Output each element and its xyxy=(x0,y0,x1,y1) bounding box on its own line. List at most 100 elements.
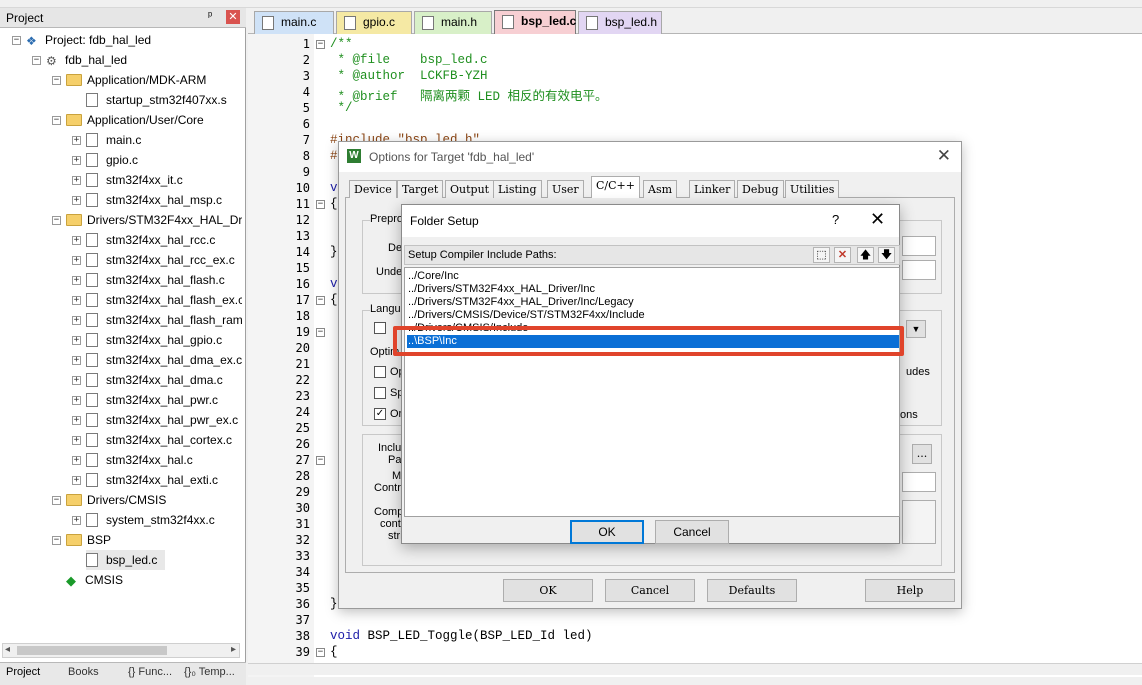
scroll-thumb[interactable] xyxy=(17,646,167,655)
code-line[interactable]: v xyxy=(330,277,338,291)
editor-tab[interactable]: bsp_led.c xyxy=(494,10,576,34)
tree-expander[interactable]: + xyxy=(72,196,81,205)
options-tab[interactable]: Device xyxy=(349,180,397,198)
tree-item[interactable]: startup_stm32f407xx.s xyxy=(86,90,235,110)
options-tab[interactable]: Debug xyxy=(737,180,784,198)
options-tab[interactable]: Target xyxy=(397,180,444,198)
tree-item[interactable]: ⚙ fdb_hal_led xyxy=(46,50,135,70)
code-line[interactable]: { xyxy=(330,293,338,307)
tree-item[interactable]: main.c xyxy=(86,130,149,150)
options-tab[interactable]: Asm xyxy=(643,180,678,198)
code-line[interactable]: { xyxy=(330,645,338,659)
code-line[interactable]: } xyxy=(330,597,338,611)
folder-setup-cancel-button[interactable]: Cancel xyxy=(655,520,729,544)
tree-expander[interactable]: + xyxy=(72,456,81,465)
tree-item[interactable]: bsp_led.c xyxy=(86,550,166,570)
tree-expander[interactable]: + xyxy=(72,316,81,325)
tree-expander[interactable]: + xyxy=(72,416,81,425)
tree-expander[interactable]: + xyxy=(72,356,81,365)
tree-expander[interactable]: + xyxy=(72,136,81,145)
tree-expander[interactable]: + xyxy=(72,296,81,305)
tree-item[interactable]: stm32f4xx_hal_cortex.c xyxy=(86,430,240,450)
tree-expander[interactable]: + xyxy=(72,396,81,405)
tree-item[interactable]: ◆ CMSIS xyxy=(66,570,131,590)
tree-expander[interactable]: + xyxy=(72,276,81,285)
tree-item[interactable]: Drivers/STM32F4xx_HAL_Driv xyxy=(66,210,242,230)
tree-item[interactable]: gpio.c xyxy=(86,150,146,170)
fold-toggle[interactable]: − xyxy=(316,296,325,305)
tree-expander[interactable]: + xyxy=(72,236,81,245)
code-line[interactable]: /** xyxy=(330,37,353,51)
code-line[interactable]: v xyxy=(330,181,338,195)
bottom-tab-templates[interactable]: {}₀ Temp... xyxy=(184,666,235,678)
tree-expander[interactable]: − xyxy=(12,36,21,45)
tree-expander[interactable]: + xyxy=(72,476,81,485)
tree-item[interactable]: stm32f4xx_hal_flash.c xyxy=(86,270,233,290)
tree-item[interactable]: system_stm32f4xx.c xyxy=(86,510,223,530)
editor-tab[interactable]: bsp_led.h xyxy=(578,11,662,34)
tree-item[interactable]: ❖ Project: fdb_hal_led xyxy=(26,30,159,50)
fold-toggle[interactable]: − xyxy=(316,200,325,209)
close-panel-icon[interactable]: ✕ xyxy=(226,10,240,24)
editor-horizontal-scrollbar[interactable] xyxy=(248,663,1142,675)
pin-icon[interactable]: ᵖ xyxy=(208,10,212,22)
options-tab[interactable]: Utilities xyxy=(785,180,840,198)
tree-item[interactable]: stm32f4xx_hal_dma_ex.c xyxy=(86,350,242,370)
tree-item[interactable]: stm32f4xx_it.c xyxy=(86,170,191,190)
options-cancel-button[interactable]: Cancel xyxy=(605,579,695,602)
tree-expander[interactable]: + xyxy=(72,176,81,185)
editor-tab[interactable]: main.c xyxy=(254,11,334,34)
delete-path-icon[interactable]: ✕ xyxy=(834,247,851,263)
tree-expander[interactable]: + xyxy=(72,156,81,165)
options-help-button[interactable]: Help xyxy=(865,579,955,602)
bottom-tab-project[interactable]: Project xyxy=(6,666,40,678)
include-path-item[interactable]: ../Drivers/CMSIS/Device/ST/STM32F4xx/Inc… xyxy=(407,309,899,322)
options-tab[interactable]: User xyxy=(547,180,584,198)
code-line[interactable]: * @file bsp_led.c xyxy=(330,53,488,67)
move-up-icon[interactable]: 🡅 xyxy=(857,247,874,263)
editor-tab[interactable]: gpio.c xyxy=(336,11,412,34)
help-icon[interactable]: ? xyxy=(832,212,839,227)
folder-setup-close-icon[interactable]: ✕ xyxy=(870,209,885,230)
tree-expander[interactable]: − xyxy=(32,56,41,65)
options-tab[interactable]: Linker xyxy=(689,180,736,198)
fold-toggle[interactable]: − xyxy=(316,648,325,657)
options-tab[interactable]: Output xyxy=(445,180,495,198)
option-checkbox-1[interactable] xyxy=(374,366,386,378)
code-line[interactable]: # xyxy=(330,149,338,163)
options-tab[interactable]: Listing xyxy=(493,180,542,198)
code-line[interactable]: { xyxy=(330,197,338,211)
include-paths-list[interactable]: ../Core/Inc ../Drivers/STM32F4xx_HAL_Driv… xyxy=(404,267,900,517)
folder-setup-ok-button[interactable]: OK xyxy=(570,520,644,544)
project-horizontal-scrollbar[interactable]: ◂ ▸ xyxy=(2,643,240,658)
optimization-dropdown-arrow[interactable]: ▼ xyxy=(906,320,926,338)
define-field[interactable] xyxy=(902,236,936,256)
code-line[interactable]: * @author LCKFB-YZH xyxy=(330,69,488,83)
option-checkbox-2[interactable] xyxy=(374,387,386,399)
tree-expander[interactable]: − xyxy=(52,216,61,225)
bottom-tab-functions[interactable]: {} Func... xyxy=(128,666,172,678)
tree-item[interactable]: Application/User/Core xyxy=(66,110,212,130)
include-path-item[interactable]: ../Drivers/STM32F4xx_HAL_Driver/Inc xyxy=(407,283,899,296)
tree-item[interactable]: Application/MDK-ARM xyxy=(66,70,214,90)
tree-item[interactable]: Drivers/CMSIS xyxy=(66,490,174,510)
tree-expander[interactable]: + xyxy=(72,256,81,265)
tree-expander[interactable]: + xyxy=(72,516,81,525)
tree-item[interactable]: stm32f4xx_hal_gpio.c xyxy=(86,330,230,350)
bottom-tab-books[interactable]: Books xyxy=(68,666,99,678)
tree-item[interactable]: stm32f4xx_hal_rcc.c xyxy=(86,230,223,250)
fold-toggle[interactable]: − xyxy=(316,40,325,49)
execute-only-checkbox[interactable] xyxy=(374,322,386,334)
tree-expander[interactable]: − xyxy=(52,536,61,545)
code-line[interactable]: */ xyxy=(330,101,353,115)
undefine-field[interactable] xyxy=(902,260,936,280)
scroll-right-icon[interactable]: ▸ xyxy=(231,644,236,655)
tree-item[interactable]: BSP xyxy=(66,530,119,550)
tree-expander[interactable]: + xyxy=(72,376,81,385)
code-line[interactable]: } xyxy=(330,245,338,259)
code-line[interactable]: void BSP_LED_Toggle(BSP_LED_Id led) xyxy=(330,629,593,643)
tree-expander[interactable]: − xyxy=(52,116,61,125)
options-defaults-button[interactable]: Defaults xyxy=(707,579,797,602)
tree-item[interactable]: stm32f4xx_hal_flash_ex.c xyxy=(86,290,242,310)
options-ok-button[interactable]: OK xyxy=(503,579,593,602)
